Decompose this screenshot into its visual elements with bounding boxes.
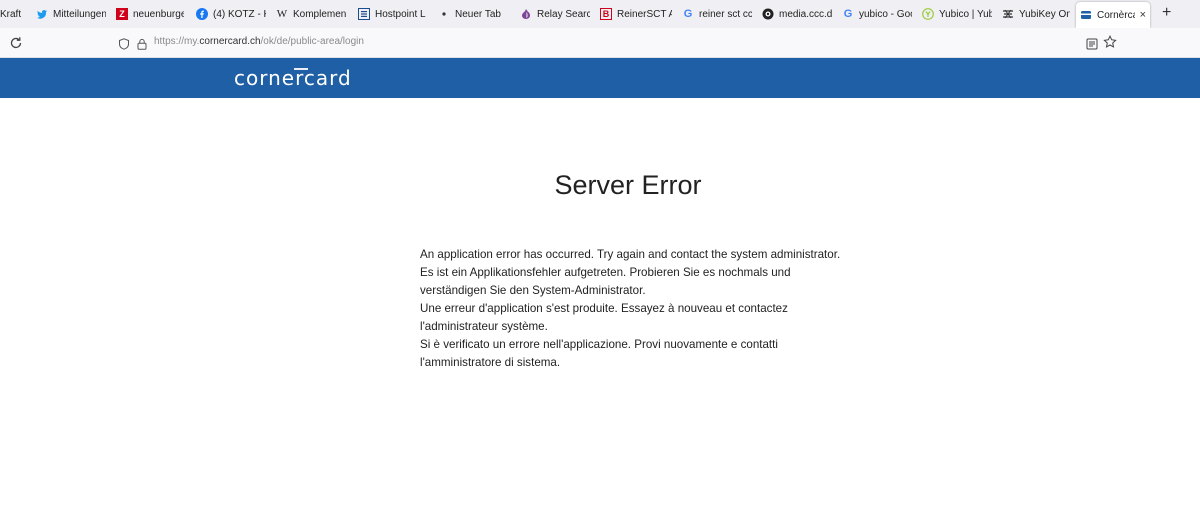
tab-label: Kraft: [0, 8, 22, 20]
shield-icon[interactable]: [118, 37, 130, 50]
url-prefix: https://my.: [154, 36, 200, 47]
onion-icon: [520, 8, 532, 20]
ccc-icon: [762, 8, 774, 20]
tab-kotz[interactable]: (4) KOTZ - Ko: [192, 0, 270, 28]
error-message-de: Es ist ein Applikationsfehler aufgetrete…: [420, 266, 791, 297]
cornercard-logo-svg: cornercard: [234, 66, 352, 90]
dot-icon: [438, 8, 450, 20]
tab-strip: Kraft Mitteilungen Z neuenburger (4) KOT…: [0, 0, 1200, 28]
page-title: Server Error: [554, 170, 702, 200]
tab-label: Neuer Tab: [455, 8, 501, 20]
google-g-icon: G: [843, 7, 853, 20]
tab-reinersct[interactable]: B ReinerSCT Au: [596, 0, 676, 28]
cornercard-icon: [1080, 9, 1092, 21]
new-tab-button[interactable]: +: [1162, 5, 1171, 21]
error-message-fr: Une erreur d'application s'est produite.…: [420, 302, 788, 333]
tab-label: Yubico | Yubi: [939, 8, 992, 20]
url-text[interactable]: https://my.cornercard.ch/ok/de/public-ar…: [154, 36, 364, 47]
tab-reiner-sct-ccc[interactable]: G reiner sct ccc: [678, 0, 756, 28]
tab-label: (4) KOTZ - Ko: [213, 8, 266, 20]
tab-neuer-tab[interactable]: Neuer Tab: [434, 0, 510, 28]
z-logo-icon: Z: [116, 8, 128, 20]
b-logo-icon: B: [600, 8, 612, 20]
tab-label: YubiKey Onlin: [1019, 8, 1070, 20]
tab-yubico-google[interactable]: G yubico - Goo: [838, 0, 916, 28]
tab-label: Hostpoint Lo: [375, 8, 426, 20]
close-tab-icon[interactable]: ×: [1140, 9, 1146, 21]
wikipedia-w-icon: W: [276, 7, 288, 20]
tab-label: reiner sct ccc: [699, 8, 752, 20]
cornercard-logo[interactable]: cornercard: [234, 66, 376, 95]
tab-mitteilungen[interactable]: Mitteilungen: [32, 0, 110, 28]
tab-relay-search[interactable]: Relay Search: [516, 0, 594, 28]
twitter-bird-icon: [36, 8, 48, 20]
error-message-en: An application error has occurred. Try a…: [420, 248, 841, 261]
tab-komplement[interactable]: W Komplement: [272, 0, 350, 28]
url-path: /ok/de/public-area/login: [260, 36, 364, 47]
lock-icon[interactable]: [136, 37, 148, 50]
logo-text: cornercard: [234, 66, 352, 90]
site-header: cornercard: [0, 58, 1200, 98]
tab-hostpoint[interactable]: Hostpoint Lo: [354, 0, 430, 28]
tab-cornercard[interactable]: Cornèrcard ×: [1076, 2, 1150, 28]
tab-yubikey-online[interactable]: YubiKey Onlin: [998, 0, 1074, 28]
url-bar[interactable]: https://my.cornercard.ch/ok/de/public-ar…: [110, 32, 1120, 54]
tab-yubico[interactable]: Yubico | Yubi: [918, 0, 996, 28]
tab-label: Cornèrcard: [1097, 9, 1135, 21]
tab-kraft[interactable]: Kraft: [0, 0, 36, 28]
tab-label: neuenburger: [133, 8, 184, 20]
yubikey-icon: [1002, 8, 1014, 20]
error-message: An application error has occurred. Try a…: [420, 246, 850, 372]
nav-bar: https://my.cornercard.ch/ok/de/public-ar…: [0, 28, 1200, 58]
tab-label: Komplement: [293, 8, 346, 20]
facebook-icon: [196, 8, 208, 20]
tab-label: yubico - Goo: [859, 8, 912, 20]
tab-label: media.ccc.de: [779, 8, 832, 20]
url-domain: cornercard.ch: [199, 36, 261, 47]
bookmark-star-icon[interactable]: [1103, 35, 1117, 49]
error-message-it: Si è verificato un errore nell'applicazi…: [420, 338, 778, 369]
tab-neuenburger[interactable]: Z neuenburger: [112, 0, 188, 28]
tab-label: Mitteilungen: [53, 8, 106, 20]
tab-media-ccc[interactable]: media.ccc.de: [758, 0, 836, 28]
google-g-icon: G: [683, 7, 693, 20]
tab-label: ReinerSCT Au: [617, 8, 672, 20]
tab-label: Relay Search: [537, 8, 590, 20]
hostpoint-icon: [358, 8, 370, 20]
reader-view-icon[interactable]: [1086, 37, 1098, 50]
reload-icon[interactable]: [8, 35, 24, 51]
yubico-icon: [922, 8, 934, 20]
